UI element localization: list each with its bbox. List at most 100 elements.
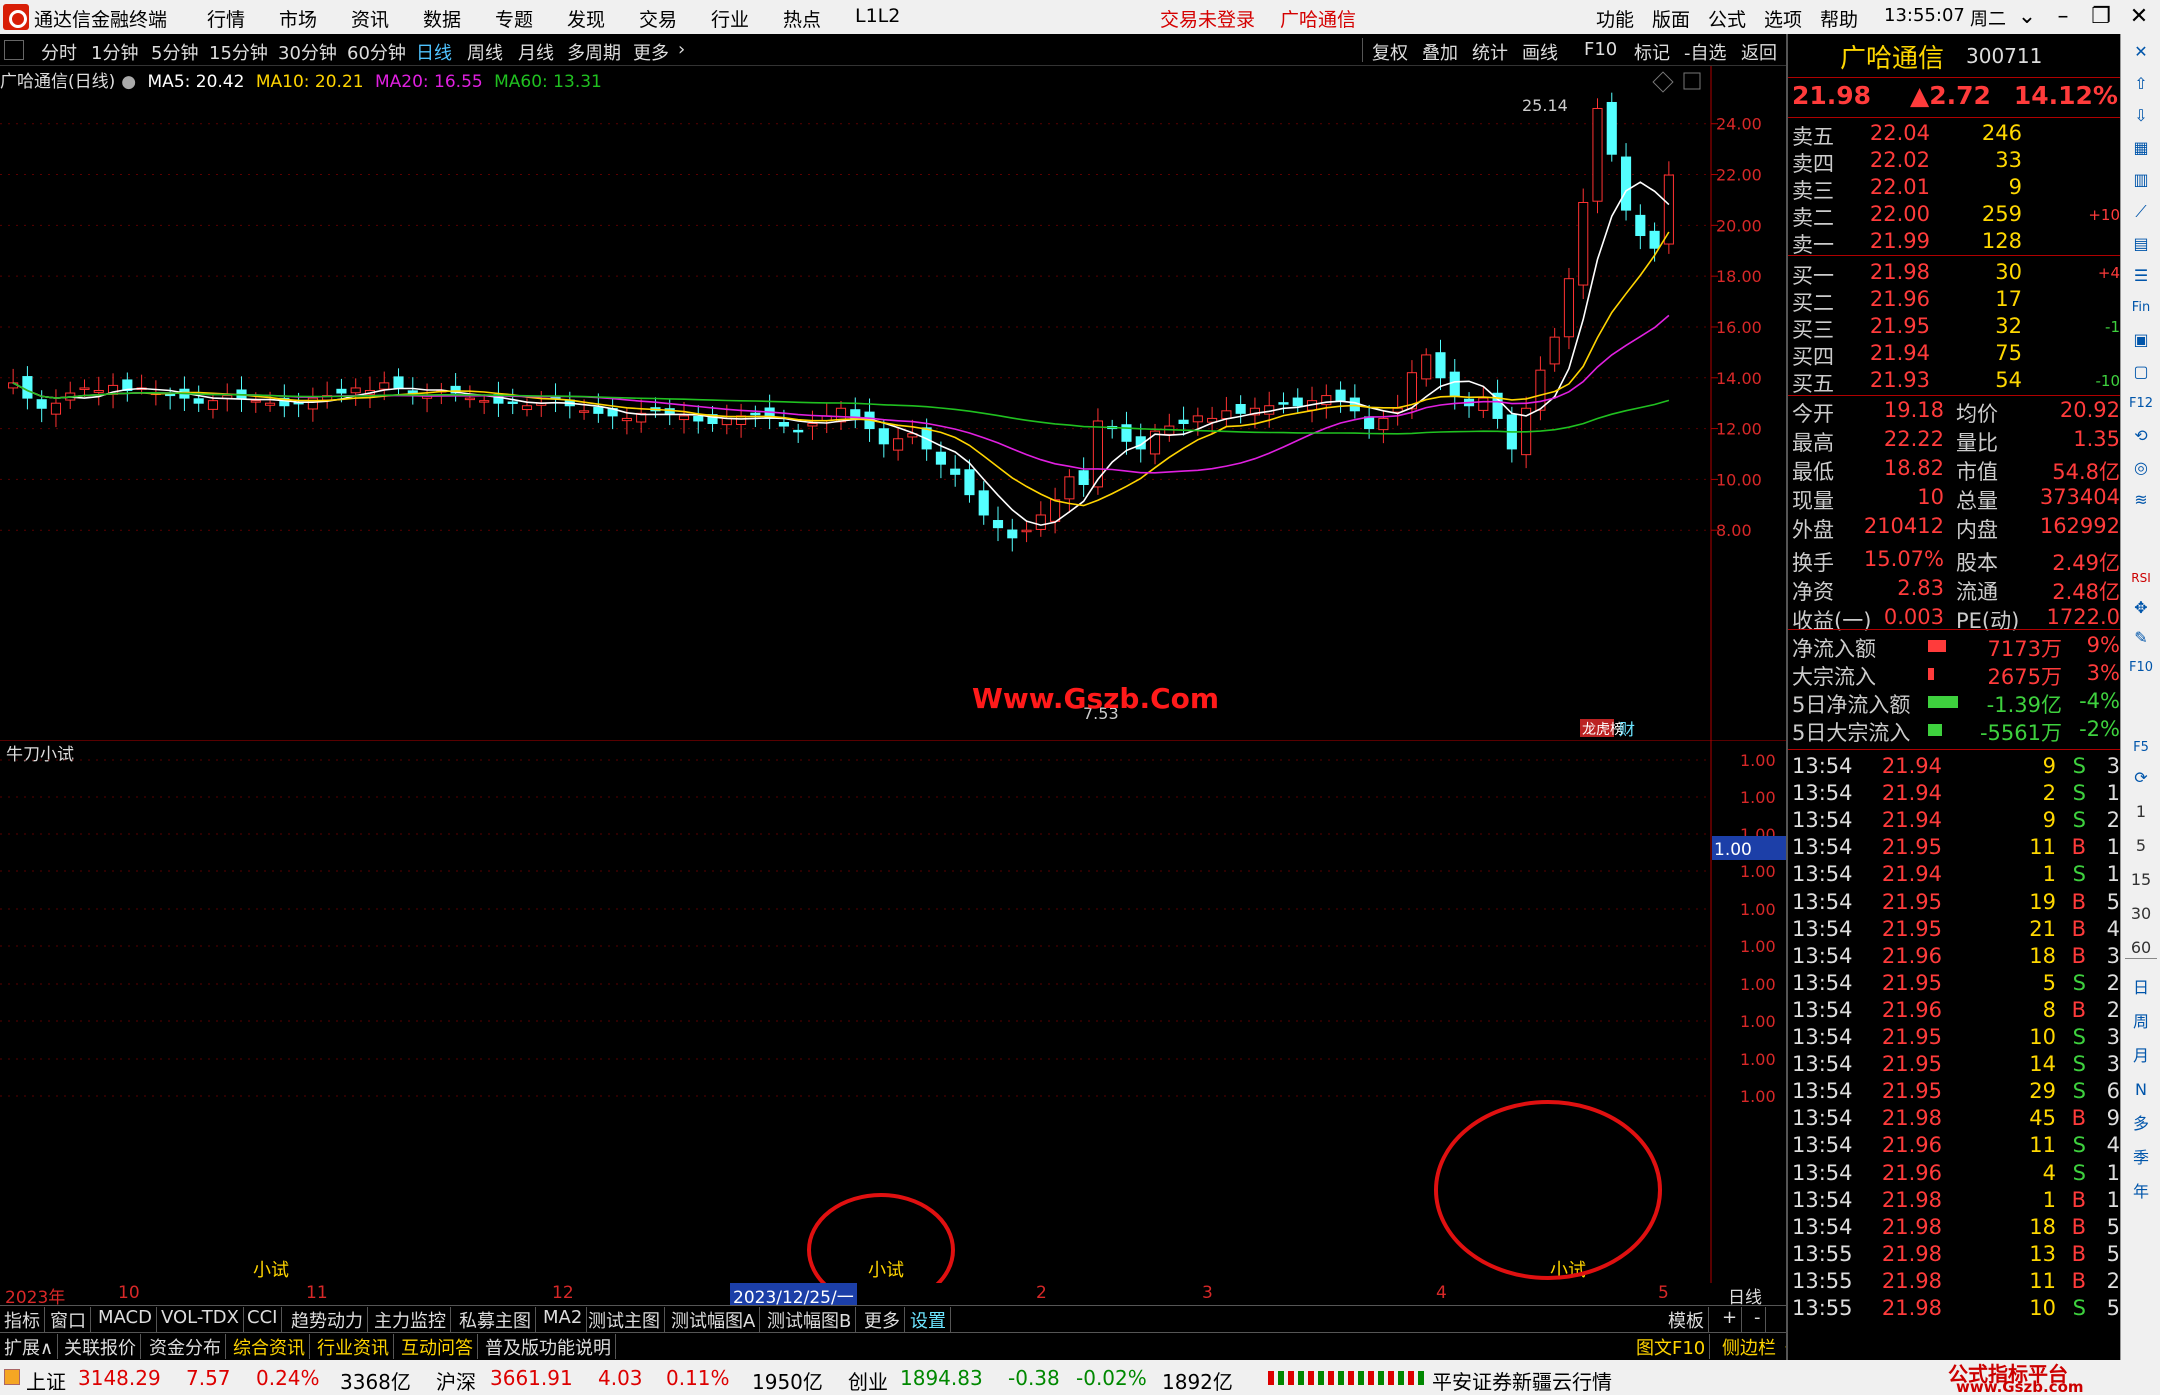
btn-tongji[interactable]: 统计 xyxy=(1472,39,1508,65)
restore-icon[interactable]: ❐ xyxy=(2084,2,2118,32)
index-icon[interactable] xyxy=(4,1369,20,1385)
ask-row[interactable]: 卖二 22.00 259 +10 xyxy=(1788,202,2122,230)
tab-zijinfenbu[interactable]: 资金分布 xyxy=(145,1334,226,1359)
period-week[interactable]: 周 xyxy=(2125,1008,2157,1036)
minimize-icon[interactable]: – xyxy=(2046,2,2080,32)
move-icon[interactable]: ✥ xyxy=(2125,594,2157,622)
tab-vol-tdx[interactable]: VOL-TDX xyxy=(157,1307,244,1332)
stat-row[interactable]: 外盘 210412 内盘 162992 xyxy=(1788,514,2122,542)
fin-icon[interactable]: Fin xyxy=(2125,294,2157,322)
tick-row[interactable]: 13:54 21.96 11 S 4 xyxy=(1788,1133,2122,1160)
tab-ceshifutu-b[interactable]: 测试幅图B xyxy=(763,1307,857,1332)
tab-chuangkou[interactable]: 窗口 xyxy=(46,1307,91,1332)
tab-zhulijiankong[interactable]: 主力监控 xyxy=(370,1307,451,1332)
stat-row[interactable]: 收益(一) 0.003 PE(动) 1722.0 xyxy=(1788,605,2122,633)
btn-fuquan[interactable]: 复权 xyxy=(1372,39,1408,65)
ask-row[interactable]: 卖三 22.01 9 xyxy=(1788,175,2122,203)
tab-zonghezixun[interactable]: 综合资讯 xyxy=(229,1334,310,1359)
bid-row[interactable]: 买一 21.98 30 +4 xyxy=(1788,260,2122,288)
flow-row[interactable]: 5日大宗流入 -5561万 -2% xyxy=(1788,717,2122,745)
doc-icon[interactable]: ▣ xyxy=(2125,326,2157,354)
tick-row[interactable]: 13:54 21.98 18 B 5 xyxy=(1788,1215,2122,1242)
settings-dot-icon[interactable]: ● xyxy=(121,72,136,92)
tick-row[interactable]: 13:54 21.98 1 B 1 xyxy=(1788,1188,2122,1215)
tick-row[interactable]: 13:55 21.98 13 B 5 xyxy=(1788,1242,2122,1269)
menu-shichang[interactable]: 市场 xyxy=(279,5,317,32)
period-60min[interactable]: 60分钟 xyxy=(347,39,406,65)
period-fenshi[interactable]: 分时 xyxy=(41,39,77,65)
close-icon[interactable]: ✕ xyxy=(2122,2,2156,32)
chart-icon-1[interactable]: ▦ xyxy=(2125,134,2157,162)
tick-row[interactable]: 13:54 21.94 2 S 1 xyxy=(1788,781,2122,808)
period-daily[interactable]: 日线 xyxy=(416,39,452,65)
chevron-right-icon[interactable]: › xyxy=(678,39,685,60)
collapse-icon[interactable]: ✕ xyxy=(2125,38,2157,66)
menu-hangye[interactable]: 行业 xyxy=(711,5,749,32)
rsi-icon[interactable]: RSI xyxy=(2125,564,2157,592)
up-arrow-icon[interactable]: ⇧ xyxy=(2125,70,2157,98)
trend-icon[interactable]: ⟋ xyxy=(2125,198,2157,226)
menu-faxian[interactable]: 发现 xyxy=(567,5,605,32)
menu-l1l2[interactable]: L1L2 xyxy=(855,5,900,27)
btn-biaoji[interactable]: 标记 xyxy=(1634,39,1670,65)
tab-zhibiao[interactable]: 指标 xyxy=(0,1307,45,1332)
tab-ma2[interactable]: MA2 xyxy=(539,1307,588,1332)
cai-badge[interactable]: 财 xyxy=(1619,720,1635,739)
period-15[interactable]: 15 xyxy=(2125,866,2157,894)
stat-row[interactable]: 最低 18.82 市值 54.8亿 xyxy=(1788,456,2122,484)
tick-row[interactable]: 13:54 21.94 9 S 2 xyxy=(1788,808,2122,835)
pen-icon[interactable]: ✎ xyxy=(2125,624,2157,652)
period-30min[interactable]: 30分钟 xyxy=(278,39,337,65)
hs-name[interactable]: 沪深 xyxy=(436,1366,476,1395)
tab-simuzhutu[interactable]: 私募主图 xyxy=(455,1307,536,1332)
menu-zhuanti[interactable]: 专题 xyxy=(495,5,533,32)
bid-row[interactable]: 买五 21.93 54 -10 xyxy=(1788,368,2122,396)
cy-name[interactable]: 创业 xyxy=(848,1366,888,1395)
period-multi-side[interactable]: 多 xyxy=(2125,1110,2157,1138)
tab-settings[interactable]: 设置 xyxy=(906,1307,951,1332)
doc-icon-2[interactable]: ▢ xyxy=(2125,358,2157,386)
period-1min[interactable]: 1分钟 xyxy=(91,39,138,65)
bid-row[interactable]: 买二 21.96 17 xyxy=(1788,287,2122,315)
period-monthly[interactable]: 月线 xyxy=(518,39,554,65)
down-arrow-icon[interactable]: ⇩ xyxy=(2125,102,2157,130)
sync-icon[interactable]: ⟲ xyxy=(2125,422,2157,450)
trade-status[interactable]: 交易未登录 xyxy=(1160,5,1255,32)
btn-fanhui[interactable]: 返回 xyxy=(1741,39,1777,65)
stat-row[interactable]: 现量 10 总量 373404 xyxy=(1788,485,2122,513)
menu-banmian[interactable]: 版面 xyxy=(1652,5,1690,32)
btn-template[interactable]: 模板 xyxy=(1664,1307,1709,1332)
tick-row[interactable]: 13:54 21.95 14 S 3 xyxy=(1788,1052,2122,1079)
refresh-icon[interactable]: ⟳ xyxy=(2125,764,2157,792)
candlestick-chart[interactable]: 24.00 22.00 20.00 18.00 16.00 14.00 12.00 10.00… xyxy=(0,66,1786,740)
panel-icon[interactable] xyxy=(1683,72,1701,90)
period-weekly[interactable]: 周线 xyxy=(467,39,503,65)
period-year[interactable]: 年 xyxy=(2125,1178,2157,1206)
btn-zixuan[interactable]: -自选 xyxy=(1684,39,1727,65)
bar-icon[interactable]: ▤ xyxy=(2125,230,2157,258)
list-icon[interactable]: ☰ xyxy=(2125,262,2157,290)
menu-jiaoyi[interactable]: 交易 xyxy=(639,5,677,32)
period-more[interactable]: 更多 xyxy=(633,39,669,65)
menu-xuanxiang[interactable]: 选项 xyxy=(1764,5,1802,32)
tick-row[interactable]: 13:54 21.95 5 S 2 xyxy=(1788,971,2122,998)
period-1[interactable]: 1 xyxy=(2125,798,2157,826)
tab-more[interactable]: 更多 xyxy=(860,1307,905,1332)
tick-row[interactable]: 13:54 21.95 19 B 5 xyxy=(1788,890,2122,917)
diamond-icon[interactable] xyxy=(1652,71,1674,93)
bid-row[interactable]: 买三 21.95 32 -1 xyxy=(1788,314,2122,342)
circle-icon[interactable]: ◎ xyxy=(2125,454,2157,482)
menu-gongshi[interactable]: 公式 xyxy=(1708,5,1746,32)
btn-tuwen-f10[interactable]: 图文F10 xyxy=(1632,1334,1711,1359)
btn-remove[interactable]: - xyxy=(1750,1307,1766,1332)
period-day[interactable]: 日 xyxy=(2125,974,2157,1002)
period-15min[interactable]: 15分钟 xyxy=(209,39,268,65)
stat-row[interactable]: 今开 19.18 均价 20.92 xyxy=(1788,398,2122,426)
menu-zixun[interactable]: 资讯 xyxy=(351,5,389,32)
bid-row[interactable]: 买四 21.94 75 xyxy=(1788,341,2122,369)
menu-shuju[interactable]: 数据 xyxy=(423,5,461,32)
stat-row[interactable]: 换手 15.07% 股本 2.49亿 xyxy=(1788,547,2122,575)
flow-row[interactable]: 大宗流入 2675万 3% xyxy=(1788,661,2122,689)
indicator-panel[interactable]: 牛刀小试 1.00 1.00 1.00 1.00 1.00 1.00 1.00 1.00 1.0… xyxy=(0,740,1786,1283)
flow-row[interactable]: 净流入额 7173万 9% xyxy=(1788,633,2122,661)
